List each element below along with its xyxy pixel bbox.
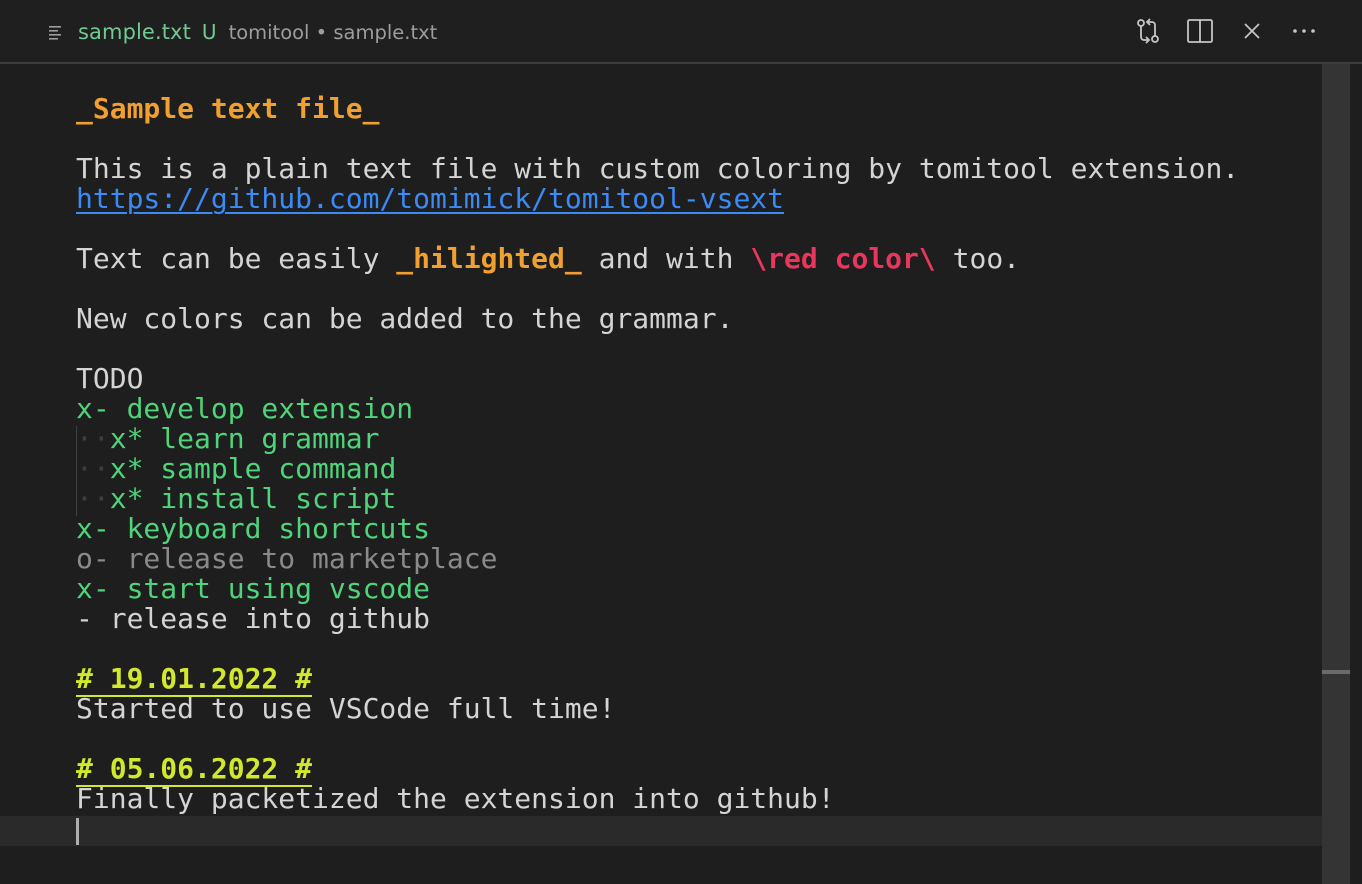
- tab-sample-txt[interactable]: sample.txt U tomitool • sample.txt: [0, 0, 437, 64]
- todo-item-plain: - release into github: [76, 602, 431, 635]
- todo-item-done: x- develop extension: [76, 392, 414, 425]
- split-editor-button[interactable]: [1183, 14, 1217, 48]
- editor-line: Started to use VSCode full time!: [76, 692, 616, 725]
- tab-description: tomitool • sample.txt: [228, 20, 438, 44]
- open-changes-button[interactable]: [1131, 14, 1165, 48]
- whitespace-marker: ··: [76, 482, 110, 515]
- cursor-position-marker: [1322, 670, 1350, 674]
- whitespace-marker: ··: [76, 422, 110, 455]
- todo-item-done: x- keyboard shortcuts: [76, 512, 431, 545]
- todo-subitem-text: x* sample command: [109, 452, 397, 485]
- split-editor-icon: [1186, 17, 1214, 45]
- todo-subitem-done: ··x* learn grammar: [76, 424, 379, 454]
- date-header-line: # 05.06.2022 #: [76, 752, 313, 787]
- more-actions-icon: [1290, 17, 1318, 45]
- current-line-highlight: [0, 816, 1322, 846]
- git-status-badge: U: [201, 20, 217, 44]
- todo-subitem-text: x* learn grammar: [109, 422, 380, 455]
- more-actions-button[interactable]: [1287, 14, 1321, 48]
- vertical-scrollbar[interactable]: [1322, 64, 1350, 884]
- tab-filename: sample.txt: [78, 20, 191, 44]
- close-tab-button[interactable]: [1235, 14, 1269, 48]
- github-link[interactable]: https://github.com/tomimick/tomitool-vse…: [76, 182, 784, 215]
- red-text: \red color\: [750, 242, 936, 275]
- open-changes-icon: [1134, 17, 1162, 45]
- text-segment: too.: [935, 242, 1021, 275]
- date-header-line: # 19.01.2022 #: [76, 662, 313, 697]
- todo-subitem-text: x* install script: [109, 482, 397, 515]
- todo-subitem-done: ··x* install script: [76, 484, 396, 514]
- whitespace-marker: ··: [76, 452, 110, 485]
- editor-line: Text can be easily _hilighted_ and with …: [76, 244, 1020, 274]
- text-file-icon: [48, 24, 64, 40]
- todo-item-open: o- release to marketplace: [76, 542, 498, 575]
- editor-line: TODO: [76, 362, 144, 395]
- close-icon: [1240, 19, 1264, 43]
- todo-subitem-done: ··x* sample command: [76, 454, 396, 484]
- editor-line: New colors can be added to the grammar.: [76, 302, 734, 335]
- editor-line: Finally packetized the extension into gi…: [76, 782, 835, 815]
- text-editor[interactable]: _Sample text file_ This is a plain text …: [0, 64, 1362, 884]
- hilighted-text: _hilighted_: [396, 242, 582, 275]
- text-segment: and with: [581, 242, 751, 275]
- text-segment: Text can be easily: [76, 242, 397, 275]
- todo-item-done: x- start using vscode: [76, 572, 431, 605]
- text-cursor: [76, 818, 79, 845]
- editor-lines[interactable]: _Sample text file_ This is a plain text …: [0, 64, 1322, 884]
- editor-edge: [1350, 64, 1362, 884]
- editor-line: This is a plain text file with custom co…: [76, 152, 1240, 185]
- scrollbar-slider[interactable]: [1322, 64, 1350, 884]
- editor-line: _Sample text file_: [76, 92, 380, 125]
- editor-line: https://github.com/tomimick/tomitool-vse…: [76, 184, 784, 214]
- editor-tab-bar: sample.txt U tomitool • sample.txt: [0, 0, 1362, 64]
